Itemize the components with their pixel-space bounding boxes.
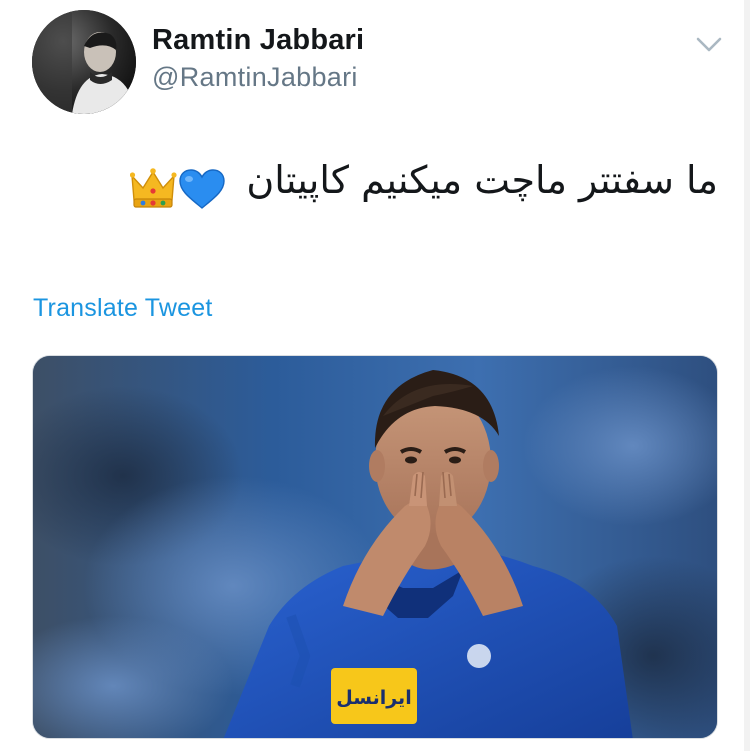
avatar-photo-icon bbox=[32, 10, 136, 114]
crown-icon bbox=[130, 168, 177, 208]
blue-heart-icon bbox=[179, 169, 225, 209]
tweet-card: Ramtin Jabbari @RamtinJabbari ما سفتتر م… bbox=[0, 0, 750, 751]
chevron-down-icon[interactable] bbox=[694, 32, 724, 56]
avatar[interactable] bbox=[32, 10, 136, 114]
author-display-name[interactable]: Ramtin Jabbari bbox=[152, 24, 364, 57]
footballer-photo-icon: ايرانسل bbox=[33, 356, 717, 738]
author-handle[interactable]: @RamtinJabbari bbox=[152, 62, 358, 93]
page-edge bbox=[744, 0, 750, 751]
tweet-emojis bbox=[130, 168, 225, 209]
translate-tweet-link[interactable]: Translate Tweet bbox=[33, 294, 212, 323]
tweet-text: ما سفتتر ماچت میکنیم کاپیتان bbox=[246, 158, 718, 202]
jersey-sponsor-text: ايرانسل bbox=[336, 687, 411, 709]
tweet-media-image[interactable]: ايرانسل bbox=[32, 355, 718, 739]
